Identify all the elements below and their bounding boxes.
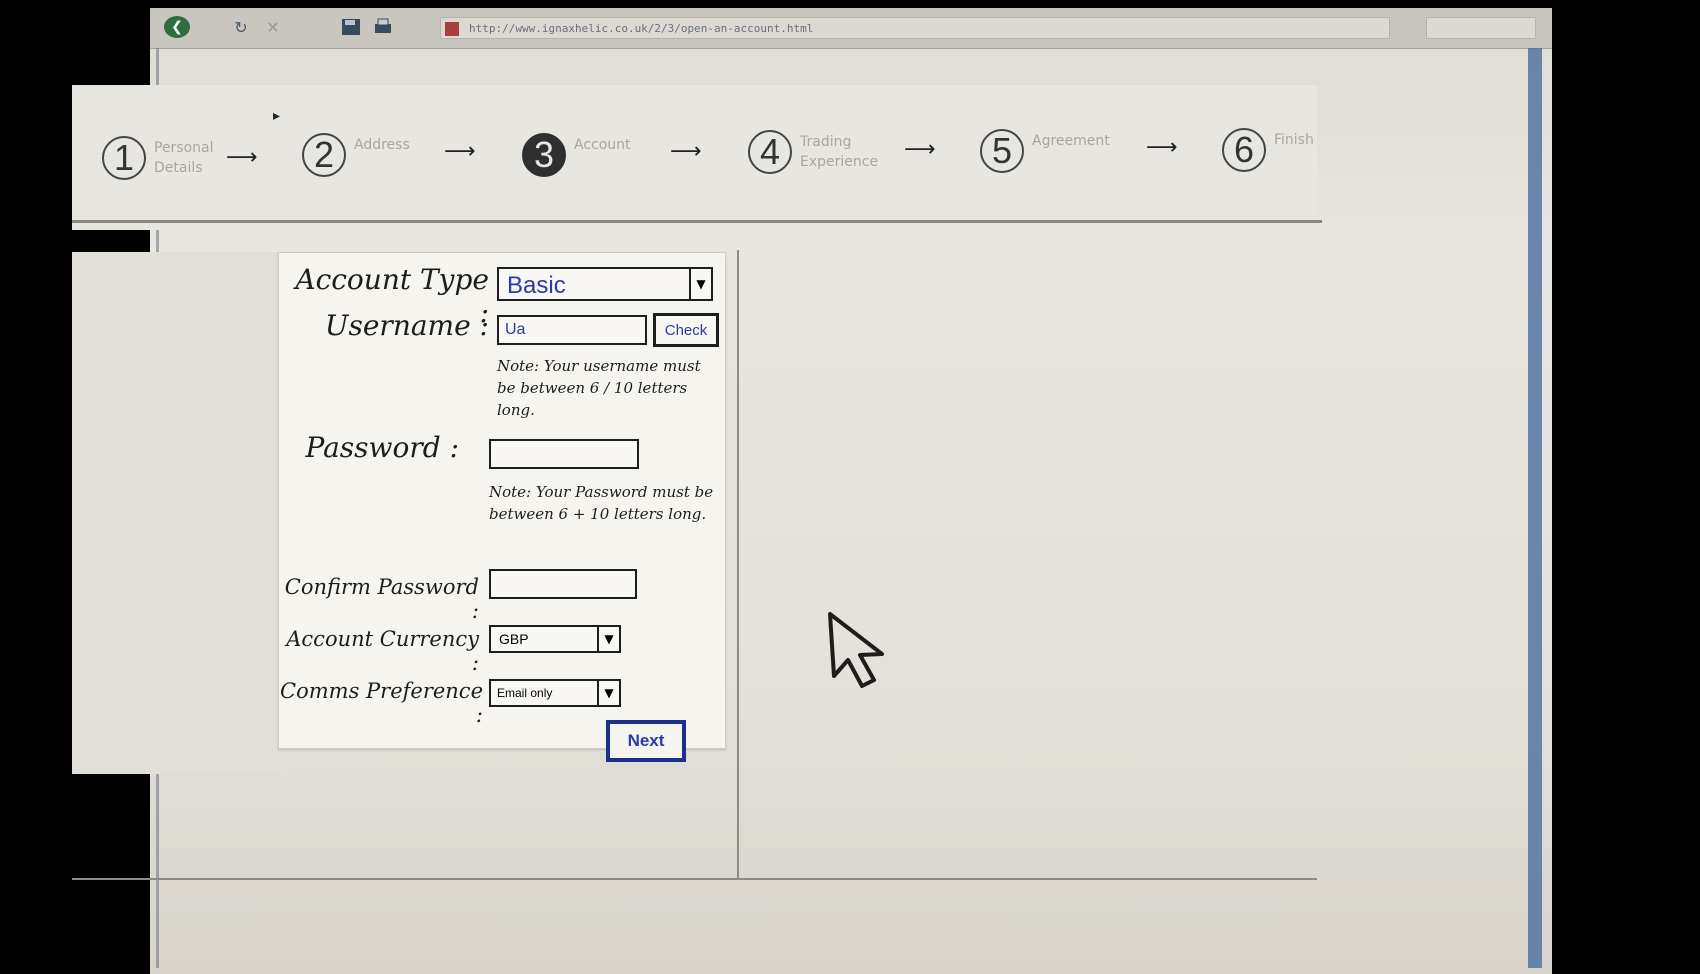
step-number: 6 — [1222, 128, 1266, 172]
step-label: Account — [574, 137, 631, 153]
left-panel — [72, 252, 287, 774]
password-label: Password : — [305, 431, 459, 464]
step-5: 5 Agreement — [980, 129, 1142, 173]
confirm-password-label: Confirm Password : — [284, 575, 479, 623]
print-icon — [375, 18, 391, 33]
arrow-icon: ⟶ — [444, 139, 476, 164]
step-label: Finish — [1274, 132, 1314, 148]
account-currency-select[interactable]: GBP ▼ — [489, 625, 621, 653]
browser-toolbar: ❮ ↻ ✕ http://www.ignaxhelic.co.uk/2/3/op… — [150, 8, 1552, 49]
step-number: 2 — [302, 133, 346, 177]
username-label: Username : — [324, 309, 489, 342]
step-label: Address — [354, 137, 410, 153]
refresh-button[interactable]: ↻ — [230, 16, 252, 38]
arrow-icon: ⟶ — [1146, 135, 1178, 160]
mouse-cursor-icon — [828, 612, 884, 688]
scrollbar[interactable] — [1528, 48, 1542, 968]
step-label: Trading Experience — [800, 134, 879, 170]
arrow-icon: ⟶ — [226, 145, 258, 170]
divider — [72, 878, 1317, 880]
username-note: Note: Your username must be between 6 / … — [497, 357, 701, 419]
arrow-icon: ⟶ — [670, 139, 702, 164]
account-form: Account Type : Basic ▼ Username : Ua Che… — [278, 252, 726, 749]
username-value: Ua — [505, 321, 526, 338]
comms-preference-select[interactable]: Email only ▼ — [489, 679, 621, 707]
chevron-down-icon: ▼ — [689, 269, 711, 299]
step-3: 3 Account — [522, 133, 664, 177]
step-label: Personal Details — [154, 140, 214, 176]
progress-steps: 1 Personal Details ⟶ 2 Address ⟶ 3 Accou… — [72, 85, 1317, 230]
save-button[interactable] — [340, 16, 362, 38]
print-button[interactable] — [372, 16, 394, 38]
step-number: 3 — [522, 133, 566, 177]
account-currency-value: GBP — [499, 631, 529, 647]
chevron-down-icon: ▼ — [597, 681, 619, 705]
save-icon — [342, 19, 360, 35]
step-1: 1 Personal Details — [102, 136, 234, 180]
search-input[interactable] — [1426, 17, 1536, 39]
step-4: 4 Trading Experience — [748, 130, 910, 174]
step-label: Agreement — [1032, 133, 1110, 149]
address-bar[interactable]: http://www.ignaxhelic.co.uk/2/3/open-an-… — [440, 17, 1390, 39]
account-type-value: Basic — [507, 272, 566, 299]
next-button[interactable]: Next — [606, 720, 686, 762]
url-text: http://www.ignaxhelic.co.uk/2/3/open-an-… — [469, 22, 814, 35]
divider — [737, 250, 739, 880]
account-currency-label: Account Currency : — [286, 627, 479, 675]
back-icon: ❮ — [171, 19, 183, 35]
step-6: 6 Finish — [1222, 128, 1344, 172]
back-button[interactable]: ❮ — [164, 16, 190, 38]
comms-preference-value: Email only — [497, 686, 553, 700]
step-number: 5 — [980, 129, 1024, 173]
chevron-down-icon: ▼ — [597, 627, 619, 651]
step-2: 2 Address — [302, 133, 444, 177]
refresh-icon: ↻ — [234, 17, 248, 37]
divider — [72, 220, 1322, 223]
check-username-button[interactable]: Check — [653, 313, 719, 347]
username-field[interactable]: Ua — [497, 315, 647, 345]
arrow-icon: ⟶ — [904, 137, 936, 162]
pointer-dot: ▸ — [273, 108, 281, 124]
stop-icon: ✕ — [266, 17, 280, 37]
confirm-password-field[interactable] — [489, 569, 637, 599]
stop-button[interactable]: ✕ — [262, 16, 284, 38]
password-field[interactable] — [489, 439, 639, 469]
comms-preference-label: Comms Preference : — [280, 679, 483, 727]
step-number: 4 — [748, 130, 792, 174]
account-type-select[interactable]: Basic ▼ — [497, 267, 713, 301]
step-number: 1 — [102, 136, 146, 180]
password-note: Note: Your Password must be between 6 + … — [489, 483, 714, 523]
favicon-icon — [445, 22, 459, 36]
